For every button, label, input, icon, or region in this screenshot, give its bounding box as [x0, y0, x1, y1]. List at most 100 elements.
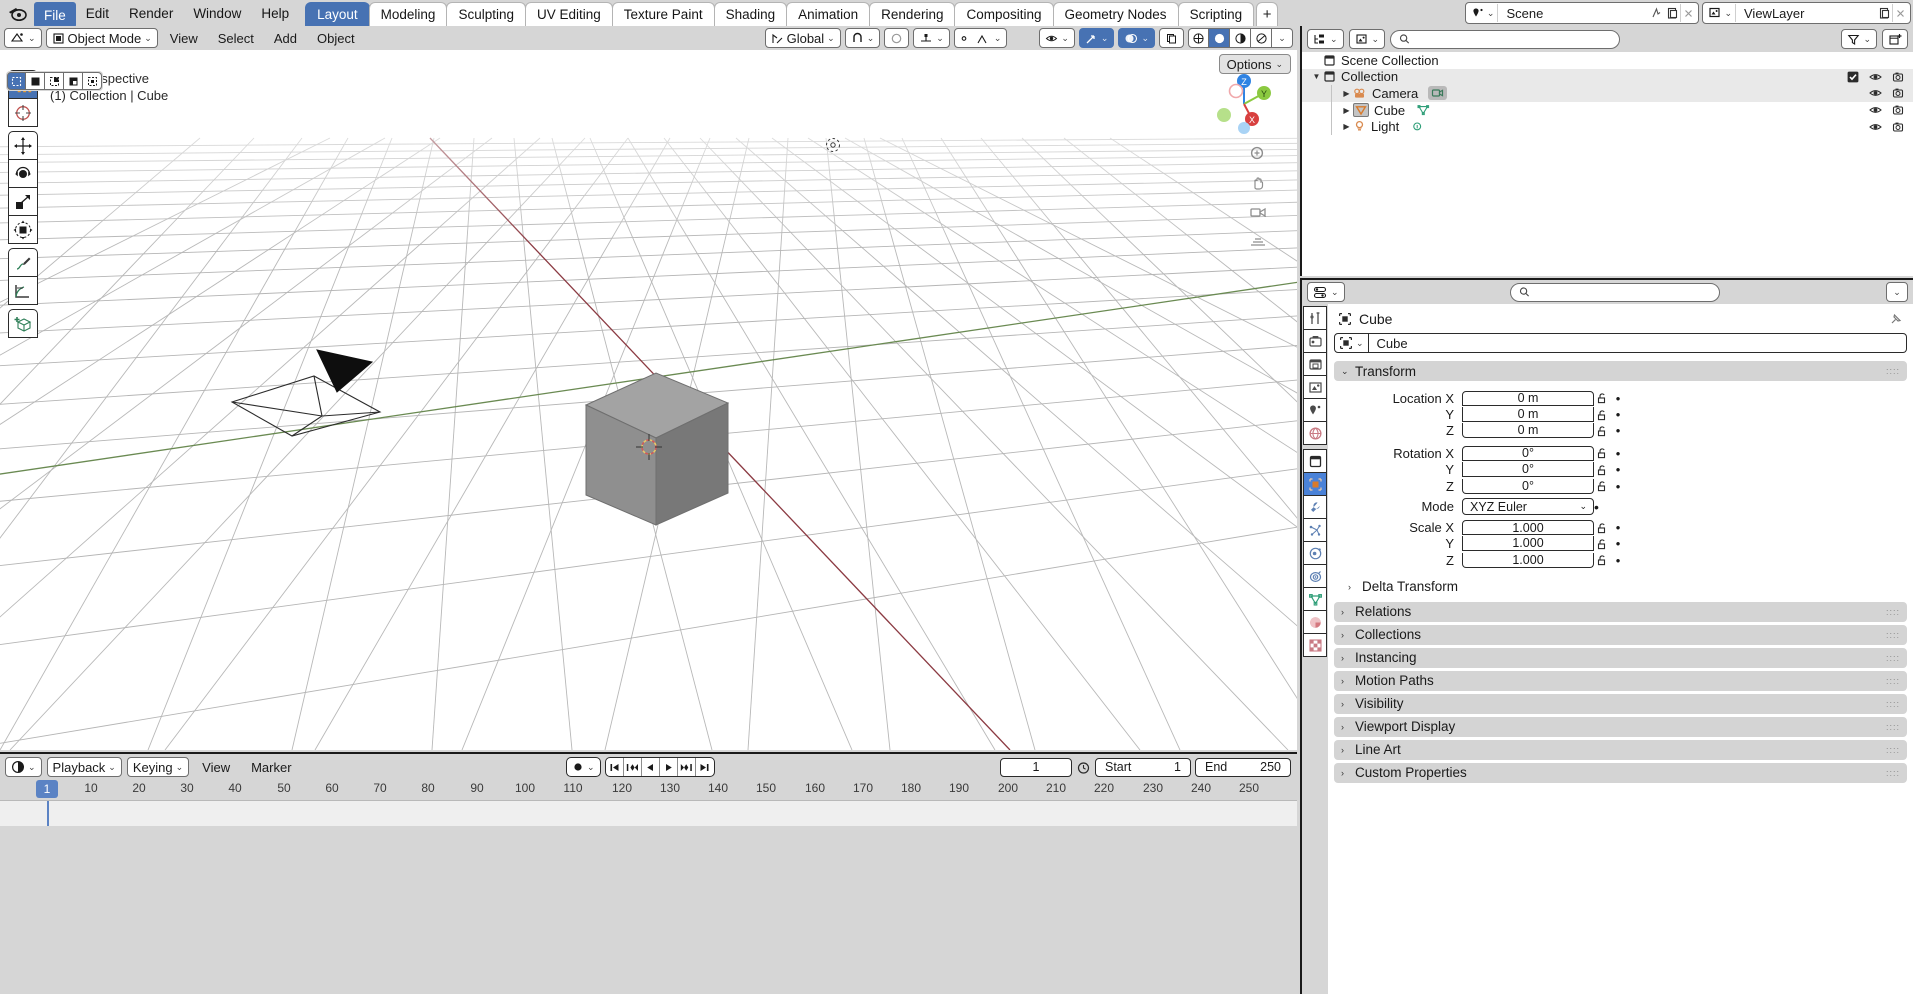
properties-search-input[interactable] — [1535, 285, 1712, 299]
end-frame-field[interactable]: End 250 — [1195, 757, 1291, 777]
zoom-icon[interactable] — [1247, 144, 1269, 164]
workspace-tab-modeling[interactable]: Modeling — [368, 2, 448, 26]
object-data-icon-button[interactable]: ⌄ — [1334, 333, 1369, 353]
jump-to-end-button[interactable] — [696, 758, 714, 776]
scene-selector[interactable]: ⌄ Scene — [1464, 2, 1700, 24]
collection-tab[interactable] — [1303, 449, 1327, 473]
viewlayer-selector[interactable]: ⌄ ViewLayer — [1702, 2, 1911, 24]
lock-icon[interactable] — [1594, 409, 1611, 421]
pivot-point-button[interactable]: ⌄ — [913, 28, 950, 48]
scale-y-field[interactable]: 1.000 — [1462, 536, 1594, 552]
viewport-menu-add[interactable]: Add — [266, 28, 305, 48]
navigation-gizmo[interactable]: Z Y X — [1211, 71, 1277, 137]
workspace-tab-texture-paint[interactable]: Texture Paint — [611, 2, 715, 26]
outliner-id-filter-button[interactable]: ⌄ — [1348, 29, 1386, 49]
instancing-panel-header[interactable]: › Instancing :::: — [1334, 647, 1907, 668]
disable-in-render-icon[interactable] — [1892, 71, 1905, 83]
menu-help[interactable]: Help — [251, 0, 299, 26]
output-tab[interactable] — [1303, 352, 1327, 376]
disable-in-render-icon[interactable] — [1892, 87, 1905, 99]
animate-property-dot[interactable]: • — [1611, 479, 1625, 494]
rotation-x-field[interactable]: 0° — [1462, 445, 1594, 461]
animate-property-dot[interactable]: • — [1611, 423, 1625, 438]
properties-search-field[interactable] — [1510, 282, 1721, 302]
viewport-options-button[interactable]: Options ⌄ — [1218, 54, 1291, 74]
tweak-select-icon[interactable] — [7, 72, 26, 90]
workspace-tab-compositing[interactable]: Compositing — [954, 2, 1054, 26]
workspace-tab-sculpting[interactable]: Sculpting — [446, 2, 526, 26]
viewport-menu-object[interactable]: Object — [309, 28, 363, 48]
disclosure-triangle-right-icon[interactable]: ▶ — [1340, 122, 1353, 131]
scale-z-field[interactable]: 1.000 — [1462, 552, 1594, 568]
hide-in-viewport-icon[interactable] — [1869, 104, 1882, 116]
menu-window[interactable]: Window — [183, 0, 251, 26]
timeline-menu-marker[interactable]: Marker — [243, 757, 299, 777]
animate-property-dot[interactable]: • — [1611, 536, 1625, 551]
menu-edit[interactable]: Edit — [76, 0, 119, 26]
visibility-panel-header[interactable]: › Visibility :::: — [1334, 693, 1907, 714]
transform-panel-header[interactable]: ⌄ Transform :::: — [1334, 361, 1907, 381]
outliner-row-camera[interactable]: ▶ Camera — [1302, 85, 1913, 102]
camera-object[interactable] — [222, 340, 402, 450]
properties-editor[interactable]: ⌄ ⌄ Cube ⌄ Cube ⌄ Transform:::: Locatio… — [1300, 278, 1913, 994]
animate-property-dot[interactable]: • — [1611, 553, 1625, 568]
transform-orientation-dropdown[interactable]: Global ⌄ — [764, 28, 841, 48]
properties-editor-type-button[interactable]: ⌄ — [1307, 282, 1345, 302]
timeline-menu-view[interactable]: View — [194, 757, 238, 777]
editor-type-button[interactable]: ⌄ — [4, 28, 42, 48]
disable-in-render-icon[interactable] — [1892, 104, 1905, 116]
disclosure-triangle-down-icon[interactable]: ▼ — [1310, 72, 1323, 81]
overlays-toggle[interactable]: ⌄ — [1118, 28, 1155, 48]
solid-shading-button[interactable] — [1209, 28, 1230, 48]
constraints-tab[interactable] — [1303, 564, 1327, 588]
start-frame-field[interactable]: Start 1 — [1095, 757, 1191, 777]
viewport-menu-view[interactable]: View — [162, 28, 206, 48]
3d-viewport[interactable]: User Perspective (1) Collection | Cube ⌄… — [0, 26, 1297, 750]
world-tab[interactable] — [1303, 421, 1327, 445]
tool-tab[interactable] — [1303, 306, 1327, 330]
workspace-tab-geometry-nodes[interactable]: Geometry Nodes — [1052, 2, 1179, 26]
timeline-ruler[interactable]: 1 10 20 30 40 50 60 70 80 90 100 110 120… — [0, 780, 1297, 800]
menu-file[interactable]: File — [34, 2, 76, 28]
rotation-mode-select[interactable]: XYZ Euler ⌄ — [1462, 498, 1594, 516]
xray-toggle[interactable] — [1159, 28, 1184, 48]
gizmo-toggle[interactable]: ⌄ — [1078, 28, 1115, 48]
snap-magnet-button[interactable]: ⌄ — [844, 28, 881, 48]
add-cube-tool[interactable] — [8, 309, 38, 338]
workspace-tab-rendering[interactable]: Rendering — [869, 2, 956, 26]
move-tool[interactable] — [8, 131, 38, 160]
next-keyframe-button[interactable] — [678, 758, 696, 776]
box-select-icon[interactable] — [26, 72, 45, 90]
outliner-search-field[interactable] — [1390, 29, 1620, 49]
lasso-select-icon[interactable] — [64, 72, 83, 90]
blender-logo-icon[interactable] — [0, 0, 34, 26]
current-frame-field[interactable]: 1 — [1000, 757, 1072, 777]
viewlayer-name[interactable]: ViewLayer — [1736, 6, 1876, 21]
lock-icon[interactable] — [1594, 538, 1611, 550]
timeline-playhead[interactable]: 1 — [36, 780, 58, 798]
visibility-dropdown[interactable]: ⌄ — [1039, 28, 1075, 48]
hide-in-viewport-icon[interactable] — [1869, 71, 1882, 83]
delta-transform-subpanel[interactable]: › Delta Transform — [1334, 577, 1907, 597]
object-tab[interactable] — [1303, 472, 1327, 496]
scale-x-field[interactable]: 1.000 — [1462, 520, 1594, 536]
lock-icon[interactable] — [1594, 554, 1611, 566]
scene-name[interactable]: Scene — [1498, 6, 1648, 21]
line-art-panel-header[interactable]: › Line Art :::: — [1334, 739, 1907, 760]
cursor-tool[interactable] — [8, 98, 38, 127]
outliner-row-scene-collection[interactable]: Scene Collection — [1302, 52, 1913, 69]
hide-in-viewport-icon[interactable] — [1869, 87, 1882, 99]
animate-property-dot[interactable]: • — [1611, 462, 1625, 477]
camera-view-icon[interactable] — [1247, 202, 1269, 222]
workspace-tab-shading[interactable]: Shading — [713, 2, 788, 26]
checkbox-checked-icon[interactable] — [1847, 71, 1859, 83]
collections-panel-header[interactable]: › Collections :::: — [1334, 624, 1907, 645]
measure-tool[interactable] — [8, 276, 38, 305]
viewport-canvas[interactable] — [0, 50, 1297, 750]
view-layer-tab[interactable] — [1303, 375, 1327, 399]
scene-icon[interactable]: ⌄ — [1468, 4, 1499, 22]
shading-options-chevron[interactable]: ⌄ — [1272, 28, 1293, 48]
fake-user-icon[interactable] — [1648, 4, 1664, 22]
animate-property-dot[interactable]: • — [1611, 446, 1625, 461]
outliner-filter-button[interactable]: ⌄ — [1841, 29, 1878, 49]
